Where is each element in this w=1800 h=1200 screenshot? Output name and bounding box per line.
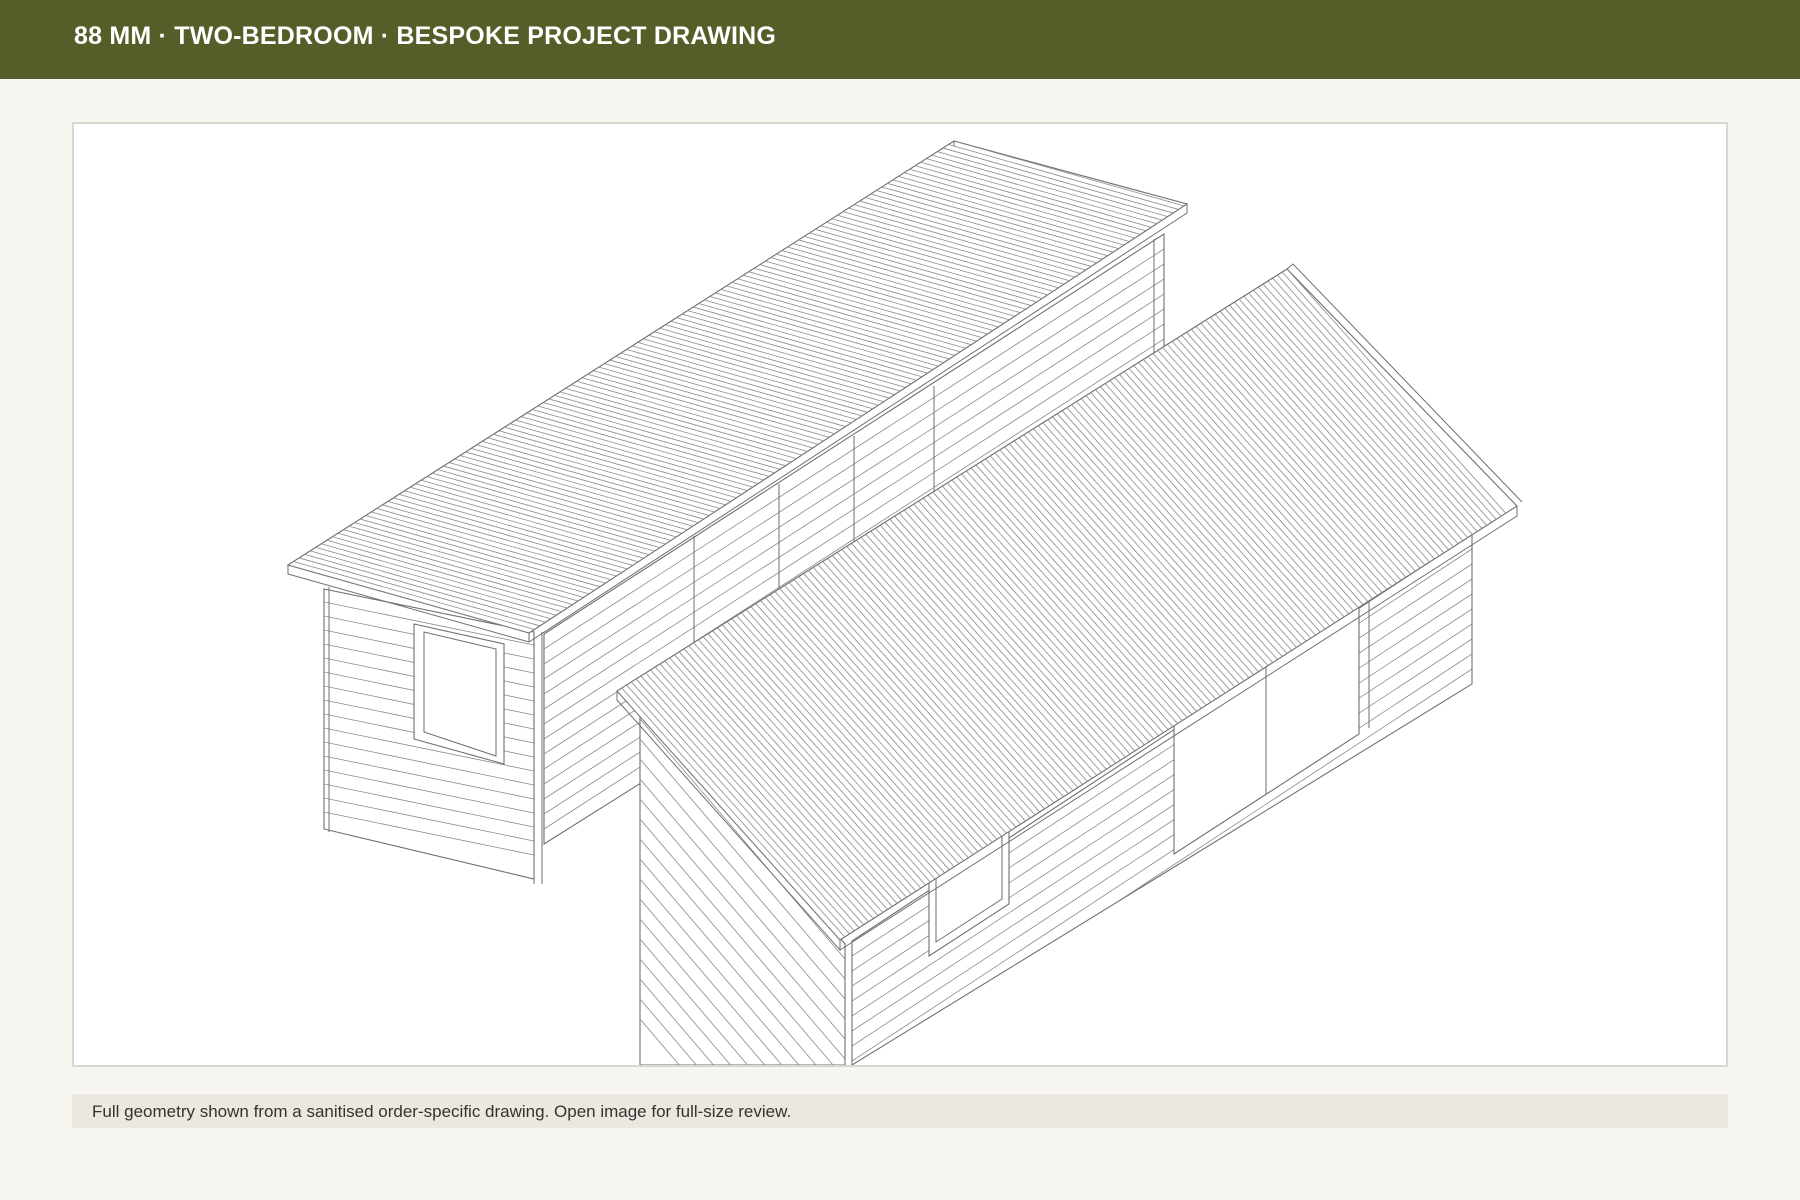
cabin-a-window	[413, 623, 505, 765]
caption-text: Full geometry shown from a sanitised ord…	[92, 1102, 792, 1121]
cabin-drawing-image[interactable]	[74, 124, 1726, 1065]
page-header: 88 MM · TWO-BEDROOM · BESPOKE PROJECT DR…	[0, 0, 1800, 79]
drawing-frame[interactable]	[72, 122, 1728, 1067]
drawing-caption: Full geometry shown from a sanitised ord…	[72, 1094, 1728, 1128]
page-title: 88 MM · TWO-BEDROOM · BESPOKE PROJECT DR…	[74, 22, 777, 50]
